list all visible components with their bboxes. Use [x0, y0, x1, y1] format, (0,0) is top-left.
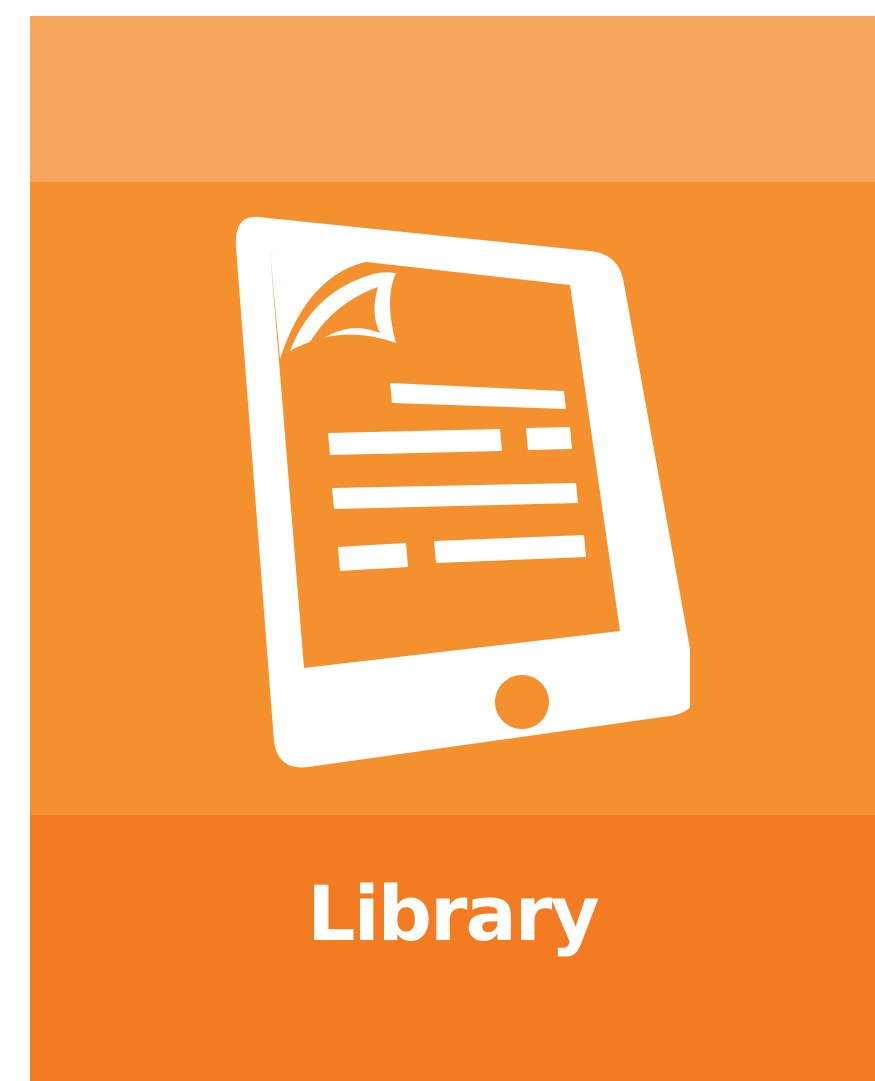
tile-header-band	[30, 16, 875, 182]
library-tile[interactable]: Library	[30, 16, 875, 1081]
ebook-reader-icon	[230, 213, 690, 773]
tile-label: Library	[307, 869, 600, 958]
